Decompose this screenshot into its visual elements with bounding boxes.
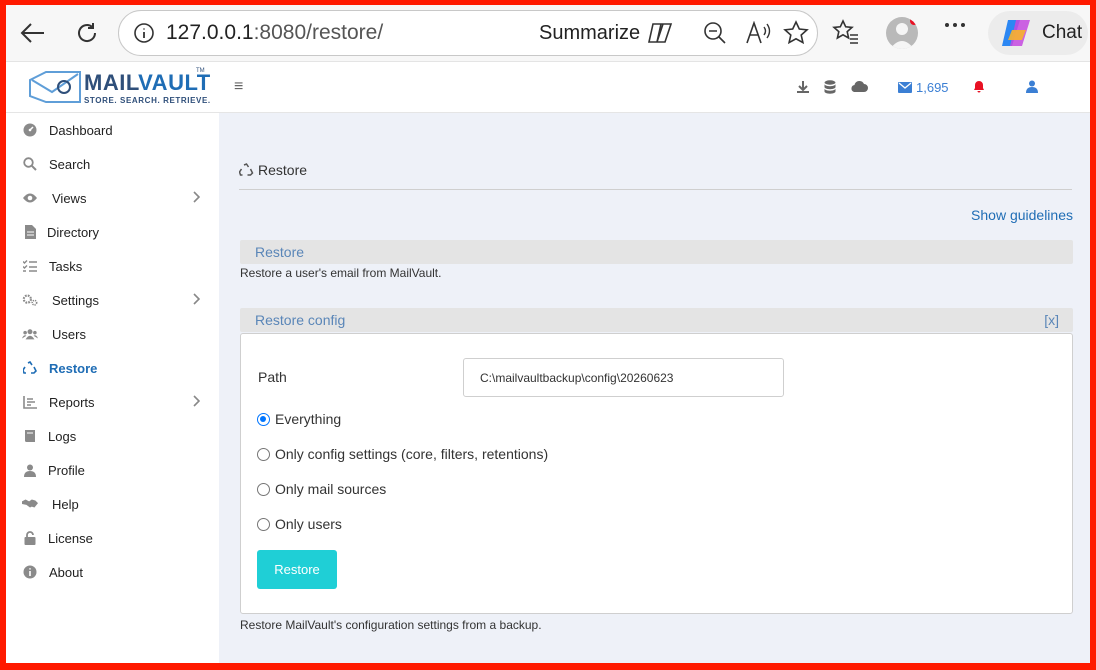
user-icon xyxy=(1026,80,1038,93)
handshake-icon xyxy=(22,496,38,512)
search-icon xyxy=(22,156,38,172)
lock-icon xyxy=(22,530,38,546)
eye-icon xyxy=(22,190,38,206)
radio-button[interactable] xyxy=(257,412,270,426)
mailvault-app: MAILVAULT TM STORE. SEARCH. RETRIEVE. ≡ … xyxy=(6,61,1090,663)
mail-count-badge[interactable]: 1,695 xyxy=(898,80,949,95)
restore-config-header: Restore config [x] xyxy=(240,308,1073,332)
option-users[interactable]: Only users xyxy=(257,516,342,532)
recycle-icon xyxy=(22,360,38,376)
sidebar-item-tasks[interactable]: Tasks xyxy=(6,251,219,281)
summarize-button[interactable]: Summarize xyxy=(539,22,640,45)
collapse-toggle[interactable]: [x] xyxy=(1044,312,1059,328)
dashboard-icon xyxy=(22,122,38,138)
back-arrow-icon xyxy=(20,23,44,43)
sidebar-item-license[interactable]: License xyxy=(6,523,219,553)
main-content: Restore Show guidelines Restore Restore … xyxy=(219,113,1090,663)
sidebar-item-about[interactable]: About xyxy=(6,557,219,587)
brand-name: MAILVAULT xyxy=(84,70,211,95)
notifications-button[interactable] xyxy=(973,80,985,98)
read-aloud-icon[interactable] xyxy=(745,21,773,45)
recycle-icon xyxy=(239,163,254,176)
favorite-star-icon[interactable] xyxy=(783,20,809,46)
database-icon xyxy=(824,80,836,94)
radio-button[interactable] xyxy=(257,517,270,531)
refresh-icon xyxy=(78,23,97,42)
bell-icon xyxy=(974,81,984,93)
users-icon xyxy=(22,326,38,342)
sidebar-item-help[interactable]: Help xyxy=(6,489,219,519)
chart-icon xyxy=(22,394,38,410)
screen-frame: 127.0.0.1:8080/restore/ Summarize Chat M… xyxy=(6,5,1090,663)
radio-button[interactable] xyxy=(257,447,270,461)
copilot-chat-button[interactable]: Chat xyxy=(988,11,1088,55)
option-everything[interactable]: Everything xyxy=(257,411,341,427)
ellipsis-icon xyxy=(945,23,965,27)
envelope-icon xyxy=(898,82,912,93)
sidebar-item-search[interactable]: Search xyxy=(6,149,219,179)
notification-dot xyxy=(910,17,918,25)
path-input[interactable] xyxy=(463,358,784,397)
path-label: Path xyxy=(258,369,287,385)
zoom-out-icon[interactable] xyxy=(703,21,727,45)
mail-count: 1,695 xyxy=(916,80,949,95)
restore-button[interactable]: Restore xyxy=(257,550,337,589)
chevron-right-icon xyxy=(192,190,201,206)
user-menu-button[interactable] xyxy=(1026,80,1038,98)
title-divider xyxy=(239,189,1072,190)
chevron-right-icon xyxy=(192,292,201,308)
sidebar-item-users[interactable]: Users xyxy=(6,319,219,349)
sidebar-item-restore[interactable]: Restore xyxy=(6,353,219,383)
more-options-button[interactable] xyxy=(944,22,966,28)
database-button[interactable] xyxy=(824,80,836,99)
back-button[interactable] xyxy=(16,16,50,50)
sidebar-item-logs[interactable]: Logs xyxy=(6,421,219,451)
info-icon[interactable] xyxy=(133,22,155,44)
browser-toolbar: 127.0.0.1:8080/restore/ Summarize Chat xyxy=(6,5,1090,61)
show-guidelines-link[interactable]: Show guidelines xyxy=(971,207,1073,223)
sidebar-item-reports[interactable]: Reports xyxy=(6,387,219,417)
download-button[interactable] xyxy=(796,80,810,99)
trademark: TM xyxy=(196,68,205,74)
brand-tagline: STORE. SEARCH. RETRIEVE. xyxy=(84,96,211,105)
menu-toggle-button[interactable]: ≡ xyxy=(234,78,243,96)
option-config-settings[interactable]: Only config settings (core, filters, ret… xyxy=(257,446,548,462)
radio-button[interactable] xyxy=(257,482,270,496)
address-bar[interactable]: 127.0.0.1:8080/restore/ Summarize xyxy=(118,10,818,56)
mailvault-logo[interactable]: MAILVAULT TM STORE. SEARCH. RETRIEVE. xyxy=(28,68,212,108)
sidebar-item-dashboard[interactable]: Dashboard xyxy=(6,115,219,145)
page-title: Restore xyxy=(239,162,307,178)
sidebar-item-settings[interactable]: Settings xyxy=(6,285,219,315)
file-icon xyxy=(22,224,38,240)
gears-icon xyxy=(22,292,38,308)
refresh-button[interactable] xyxy=(70,16,104,50)
download-icon xyxy=(797,81,809,93)
sidebar-item-profile[interactable]: Profile xyxy=(6,455,219,485)
restore-section-header: Restore xyxy=(240,240,1073,264)
restore-config-panel: Path Everything Only config settings (co… xyxy=(240,333,1073,614)
restore-section-description: Restore a user's email from MailVault. xyxy=(240,266,442,280)
url-text[interactable]: 127.0.0.1:8080/restore/ xyxy=(166,21,383,45)
sidebar-item-directory[interactable]: Directory xyxy=(6,217,219,247)
sidebar-item-views[interactable]: Views xyxy=(6,183,219,213)
hamburger-icon: ≡ xyxy=(234,78,244,95)
info-icon xyxy=(22,564,38,580)
cloud-icon xyxy=(851,80,868,92)
restore-config-description: Restore MailVault's configuration settin… xyxy=(240,618,542,632)
option-mail-sources[interactable]: Only mail sources xyxy=(257,481,386,497)
favorites-list-icon xyxy=(832,19,858,44)
sidebar: Dashboard Search Views Directory Tasks S… xyxy=(6,113,219,663)
chevron-right-icon xyxy=(192,394,201,410)
cloud-button[interactable] xyxy=(850,80,868,98)
favorites-button[interactable] xyxy=(832,19,860,45)
vault-envelope-icon xyxy=(29,71,81,103)
app-header: MAILVAULT TM STORE. SEARCH. RETRIEVE. ≡ … xyxy=(6,61,1090,113)
copilot-summarize-icon xyxy=(648,23,673,43)
chat-label: Chat xyxy=(1042,22,1083,43)
copilot-icon xyxy=(1002,20,1030,46)
tasks-icon xyxy=(22,258,38,274)
book-icon xyxy=(22,428,38,444)
user-icon xyxy=(22,462,38,478)
browser-profile-avatar[interactable] xyxy=(886,17,918,49)
